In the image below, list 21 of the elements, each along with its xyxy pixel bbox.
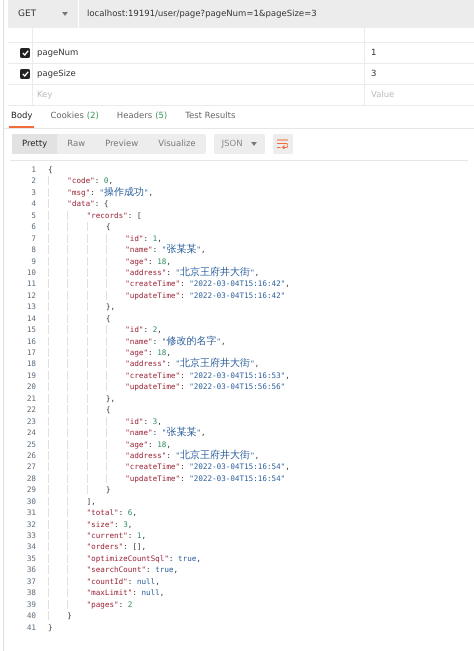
view-mode-tab[interactable]: Visualize — [148, 134, 206, 154]
view-mode-tab[interactable]: Preview — [95, 134, 148, 154]
response-tab[interactable]: Test Results — [183, 106, 238, 128]
param-value: 1 — [371, 48, 376, 58]
checkbox[interactable] — [20, 69, 30, 79]
format-dropdown[interactable]: JSON — [214, 134, 265, 154]
view-mode-tab[interactable]: Raw — [57, 134, 96, 154]
response-tab[interactable]: Cookies (2) — [48, 106, 101, 128]
param-key: pageNum — [37, 48, 78, 58]
response-tab[interactable]: Body — [9, 106, 34, 128]
checkbox[interactable] — [20, 48, 30, 58]
caret-icon — [62, 12, 68, 16]
wrap-lines-icon — [277, 139, 288, 149]
url-field[interactable]: localhost:19191/user/page?pageNum=1&pageSize=3 — [79, 0, 474, 28]
wrap-button[interactable] — [272, 134, 293, 154]
view-mode-tab[interactable]: Pretty — [12, 134, 58, 154]
method-dropdown[interactable]: GET — [8, 0, 78, 28]
caret-icon — [250, 142, 257, 146]
param-value: 3 — [371, 69, 376, 79]
param-key: pageSize — [37, 69, 76, 79]
response-tab[interactable]: Headers (5) — [114, 106, 170, 128]
